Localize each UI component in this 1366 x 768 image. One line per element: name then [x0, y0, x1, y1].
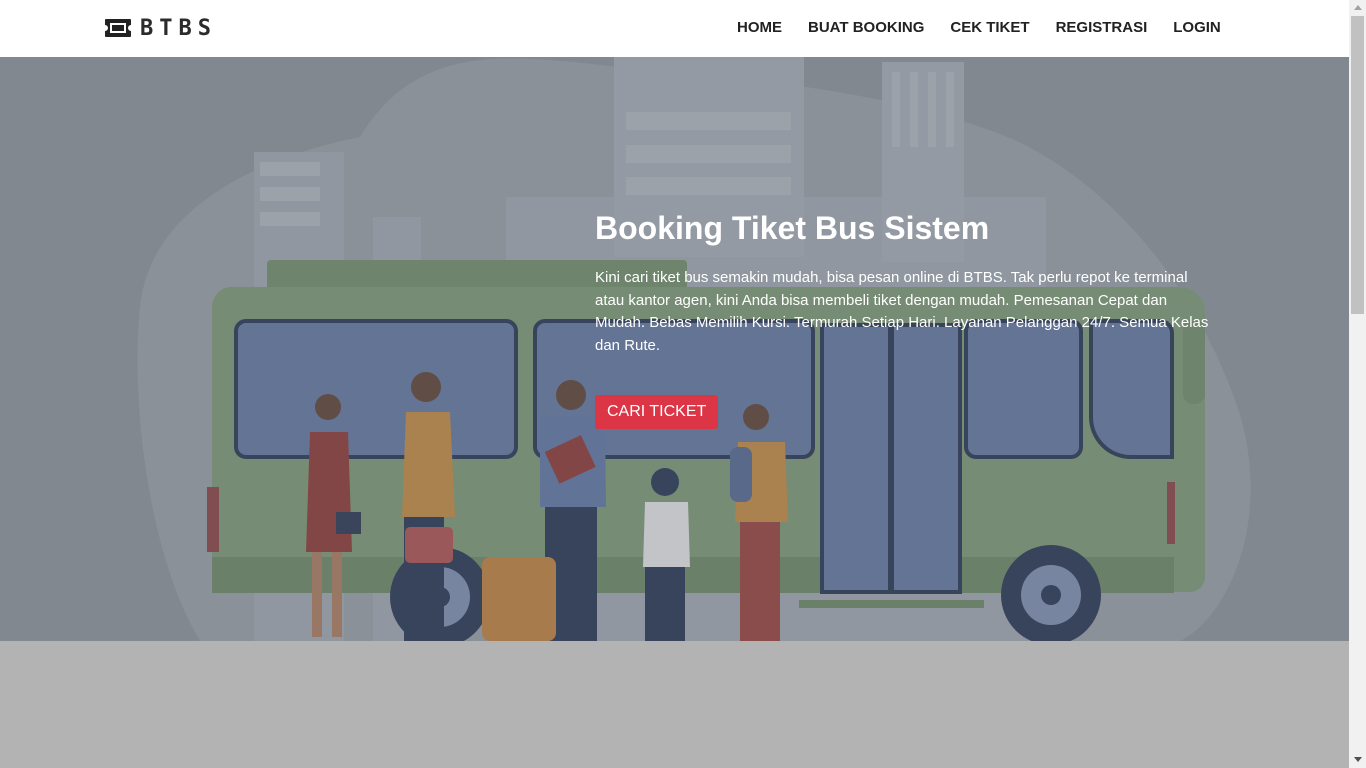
nav-login[interactable]: LOGIN	[1173, 19, 1221, 36]
nav-buat-booking[interactable]: BUAT BOOKING	[808, 19, 924, 36]
nav-registrasi[interactable]: REGISTRASI	[1056, 19, 1148, 36]
brand-name: BTBS	[140, 15, 217, 41]
hero-section: Booking Tiket Bus Sistem Kini cari tiket…	[0, 57, 1349, 641]
hero-title: Booking Tiket Bus Sistem	[595, 210, 990, 246]
page: BTBS HOME BUAT BOOKING CEK TIKET REGISTR…	[0, 0, 1349, 768]
hero-description: Kini cari tiket bus semakin mudah, bisa …	[595, 269, 1209, 354]
main-nav: HOME BUAT BOOKING CEK TIKET REGISTRASI L…	[737, 19, 1221, 36]
ticket-icon	[105, 19, 131, 37]
scroll-down-arrow-icon[interactable]	[1354, 757, 1362, 762]
nav-home[interactable]: HOME	[737, 19, 782, 36]
navbar: BTBS HOME BUAT BOOKING CEK TIKET REGISTR…	[0, 0, 1349, 57]
scroll-up-arrow-icon[interactable]	[1354, 5, 1362, 10]
hero-content: Booking Tiket Bus Sistem Kini cari tiket…	[595, 207, 1220, 429]
cari-ticket-button[interactable]: CARI TICKET	[595, 395, 719, 429]
nav-cek-tiket[interactable]: CEK TIKET	[950, 19, 1029, 36]
brand-logo[interactable]: BTBS	[104, 14, 217, 42]
vertical-scrollbar[interactable]	[1349, 0, 1366, 768]
scrollbar-thumb[interactable]	[1351, 16, 1364, 314]
